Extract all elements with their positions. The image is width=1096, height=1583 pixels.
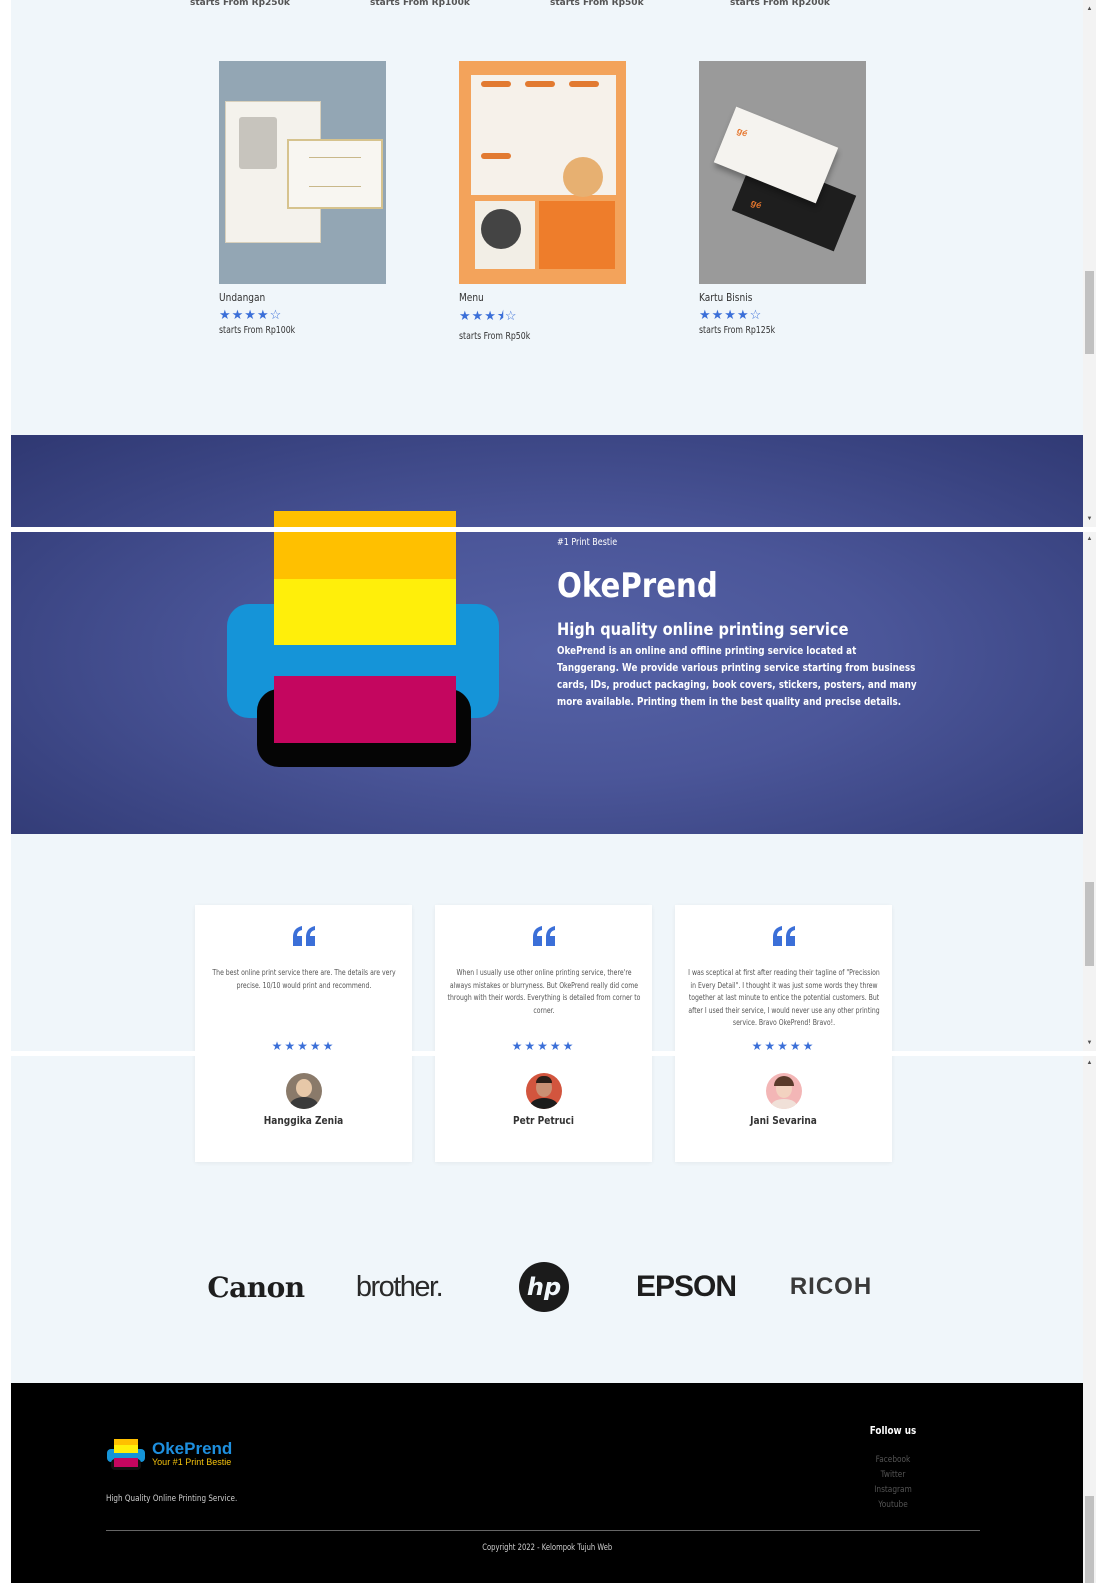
- product-price: starts From Rp100k: [219, 325, 296, 336]
- product-card-menu[interactable]: Menu ★★★⯨☆ starts From Rp50k: [459, 61, 626, 342]
- rating-stars: ★★★★☆: [699, 307, 763, 322]
- prev-row-price: starts From Rp50k: [550, 0, 644, 8]
- avatar: [285, 1073, 322, 1109]
- product-card-undangan[interactable]: Undangan ★★★★☆ starts From Rp100k: [219, 61, 386, 336]
- avatar: [525, 1073, 562, 1109]
- rating-stars: ★★★⯨☆: [459, 308, 518, 323]
- quote-icon: [675, 925, 892, 955]
- page: starts From Rp250k starts From Rp100k st…: [11, 0, 1083, 1583]
- product-name[interactable]: Menu: [459, 291, 596, 304]
- quote-icon: [435, 925, 652, 955]
- scroll-up-icon[interactable]: ▲: [1083, 1057, 1096, 1069]
- footer-description: High Quality Online Printing Service.: [106, 1494, 238, 1504]
- hero-description: OkePrend is an online and offline printi…: [557, 645, 917, 708]
- scroll-thumb[interactable]: [1085, 882, 1094, 966]
- product-card-kartu-bisnis[interactable]: gé gé Kartu Bisnis ★★★★☆ starts From Rp1…: [699, 61, 866, 336]
- testimonial-card: I was sceptical at first after reading t…: [675, 905, 892, 1162]
- product-name[interactable]: Undangan: [219, 291, 356, 304]
- quote-icon: [195, 925, 412, 955]
- testimonial-card: The best online print service there are.…: [195, 905, 412, 1162]
- scrollbar[interactable]: ▲ ▼: [1083, 532, 1096, 1051]
- testimonial-name: Jani Sevarina: [750, 1114, 817, 1127]
- footer: OkePrend Your #1 Print Bestie High Quali…: [11, 1383, 1083, 1583]
- prev-row-price: starts From Rp250k: [190, 0, 290, 8]
- testimonial-name: Petr Petruci: [513, 1114, 574, 1127]
- footer-link-youtube[interactable]: Youtube: [868, 1498, 917, 1513]
- hero-brand: OkePrend: [557, 566, 718, 606]
- footer-logo-tagline: Your #1 Print Bestie: [152, 1457, 232, 1467]
- scroll-down-icon[interactable]: ▼: [1083, 1037, 1096, 1049]
- footer-logo[interactable]: OkePrend Your #1 Print Bestie: [106, 1437, 232, 1471]
- product-name[interactable]: Kartu Bisnis: [699, 291, 836, 304]
- brand-logo-epson: EPSON: [635, 1270, 737, 1303]
- scrollbar[interactable]: ▲: [1083, 1056, 1096, 1583]
- testimonial-card: When I usually use other online printing…: [435, 905, 652, 1162]
- testimonial-name: Hanggika Zenia: [263, 1114, 344, 1127]
- product-image-invitation[interactable]: [219, 61, 386, 284]
- product-price: starts From Rp50k: [459, 331, 531, 342]
- prev-row-price: starts From Rp200k: [730, 0, 830, 8]
- brand-logo-canon: Canon: [207, 1270, 305, 1304]
- product-image-menu[interactable]: [459, 61, 626, 284]
- brand-logo-brother: brother.: [355, 1270, 444, 1303]
- brand-logo-ricoh: RICOH: [789, 1273, 873, 1300]
- brand-logo-hp: hp: [517, 1262, 571, 1312]
- testimonial-text: I was sceptical at first after reading t…: [688, 968, 880, 1027]
- scroll-up-icon[interactable]: ▲: [1083, 3, 1096, 15]
- scroll-thumb[interactable]: [1085, 271, 1094, 354]
- footer-divider: [106, 1530, 980, 1531]
- avatar: [765, 1073, 802, 1109]
- scroll-down-icon[interactable]: ▼: [1083, 513, 1096, 525]
- product-image-business-card[interactable]: gé gé: [699, 61, 866, 284]
- product-price: starts From Rp125k: [699, 325, 776, 336]
- scroll-thumb[interactable]: [1085, 1496, 1094, 1583]
- footer-link-facebook[interactable]: Facebook: [868, 1453, 917, 1468]
- scrollbar[interactable]: ▲ ▼: [1083, 0, 1096, 527]
- copyright-text: Copyright 2022 - Kelompok Tujuh Web: [482, 1543, 612, 1553]
- footer-link-twitter[interactable]: Twitter: [868, 1468, 917, 1483]
- scroll-up-icon[interactable]: ▲: [1083, 533, 1096, 545]
- pane-separator: [0, 527, 1096, 532]
- follow-us-title: Follow us: [869, 1424, 917, 1437]
- hero-tagline: #1 Print Bestie: [557, 537, 618, 548]
- prev-row-price: starts From Rp100k: [370, 0, 470, 8]
- hero-text-block: #1 Print Bestie OkePrend High quality on…: [557, 537, 927, 711]
- follow-us: Follow us Facebook Twitter Instagram You…: [863, 1424, 923, 1513]
- pane-separator: [0, 1051, 1096, 1056]
- testimonial-text: The best online print service there are.…: [212, 968, 396, 990]
- printer-logo-icon: [107, 1439, 145, 1470]
- rating-stars: ★★★★☆: [219, 307, 283, 322]
- hero-subtitle: High quality online printing service: [557, 620, 849, 640]
- footer-logo-name: OkePrend: [152, 1439, 233, 1458]
- footer-link-instagram[interactable]: Instagram: [868, 1483, 917, 1498]
- testimonial-text: When I usually use other online printing…: [447, 968, 641, 1015]
